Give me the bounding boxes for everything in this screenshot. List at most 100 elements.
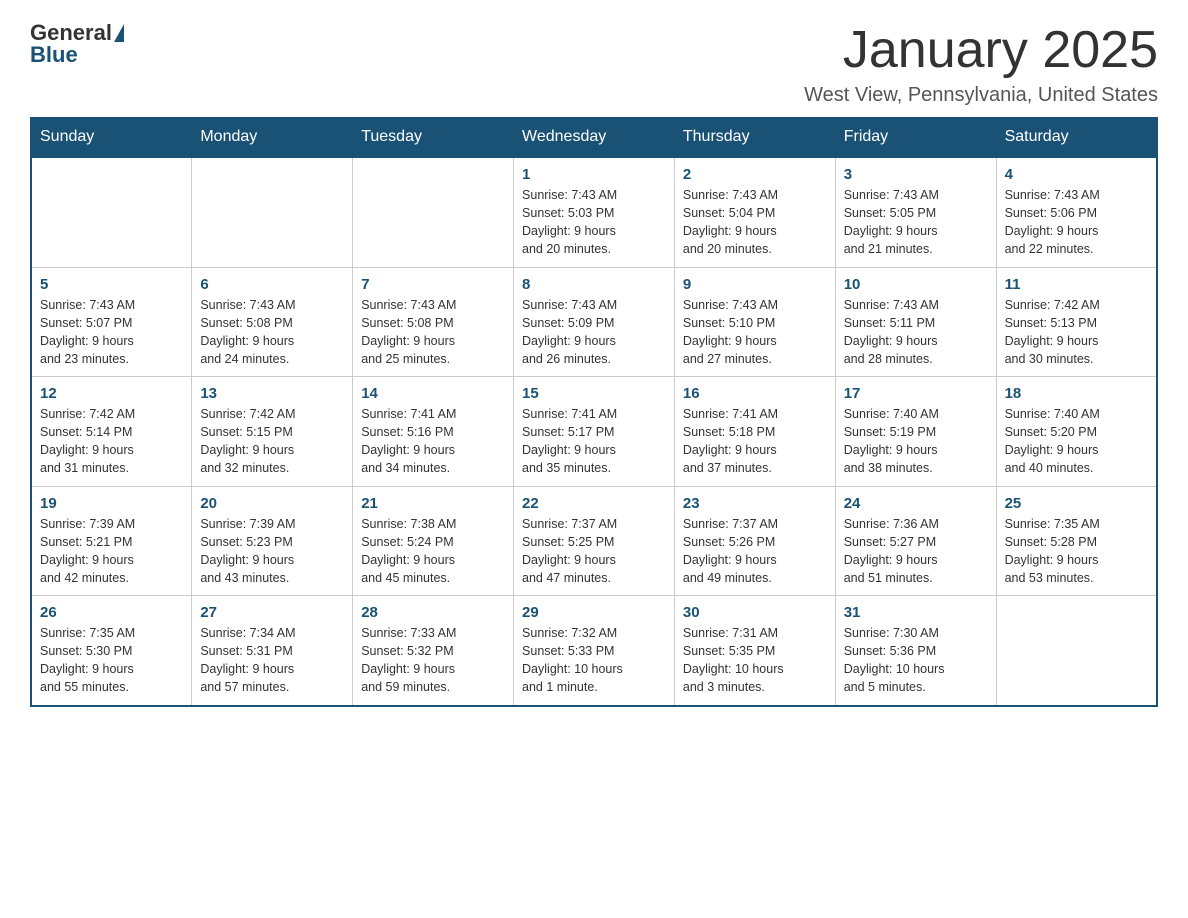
day-number: 17: [844, 385, 988, 402]
calendar-day-cell: 11 Sunrise: 7:42 AMSunset: 5:13 PMDayligh…: [996, 267, 1157, 377]
calendar-day-cell: 19 Sunrise: 7:39 AMSunset: 5:21 PMDayligh…: [31, 486, 192, 596]
day-info: Sunrise: 7:38 AMSunset: 5:24 PMDaylight:…: [361, 515, 505, 588]
calendar-week-row: 19 Sunrise: 7:39 AMSunset: 5:21 PMDayligh…: [31, 486, 1157, 596]
logo-blue-text: Blue: [30, 42, 78, 67]
calendar-table: SundayMondayTuesdayWednesdayThursdayFrid…: [30, 117, 1158, 707]
day-info: Sunrise: 7:39 AMSunset: 5:23 PMDaylight:…: [200, 515, 344, 588]
calendar-week-row: 5 Sunrise: 7:43 AMSunset: 5:07 PMDaylight…: [31, 267, 1157, 377]
day-info: Sunrise: 7:43 AMSunset: 5:11 PMDaylight:…: [844, 296, 988, 369]
calendar-header-row: SundayMondayTuesdayWednesdayThursdayFrid…: [31, 118, 1157, 158]
calendar-week-row: 26 Sunrise: 7:35 AMSunset: 5:30 PMDayligh…: [31, 596, 1157, 706]
calendar-day-cell: 16 Sunrise: 7:41 AMSunset: 5:18 PMDayligh…: [674, 377, 835, 487]
calendar-day-cell: 15 Sunrise: 7:41 AMSunset: 5:17 PMDayligh…: [514, 377, 675, 487]
logo: General Blue: [30, 20, 126, 68]
day-number: 24: [844, 495, 988, 512]
day-number: 4: [1005, 166, 1148, 183]
day-info: Sunrise: 7:42 AMSunset: 5:14 PMDaylight:…: [40, 405, 183, 478]
day-info: Sunrise: 7:31 AMSunset: 5:35 PMDaylight:…: [683, 624, 827, 697]
calendar-day-cell: 10Sunrise: 7:43 AMSunset: 5:11 PMDayligh…: [835, 267, 996, 377]
day-info: Sunrise: 7:43 AMSunset: 5:07 PMDaylight:…: [40, 296, 183, 369]
day-number: 21: [361, 495, 505, 512]
calendar-day-cell: 2Sunrise: 7:43 AMSunset: 5:04 PMDaylight…: [674, 157, 835, 267]
day-info: Sunrise: 7:35 AMSunset: 5:30 PMDaylight:…: [40, 624, 183, 697]
calendar-day-cell: 7Sunrise: 7:43 AMSunset: 5:08 PMDaylight…: [353, 267, 514, 377]
calendar-day-cell: 27 Sunrise: 7:34 AMSunset: 5:31 PMDayligh…: [192, 596, 353, 706]
day-info: Sunrise: 7:35 AMSunset: 5:28 PMDaylight:…: [1005, 515, 1148, 588]
day-info: Sunrise: 7:43 AMSunset: 5:05 PMDaylight:…: [844, 186, 988, 259]
day-info: Sunrise: 7:42 AMSunset: 5:13 PMDaylight:…: [1005, 296, 1148, 369]
day-info: Sunrise: 7:43 AMSunset: 5:09 PMDaylight:…: [522, 296, 666, 369]
day-info: Sunrise: 7:32 AMSunset: 5:33 PMDaylight:…: [522, 624, 666, 697]
day-number: 7: [361, 276, 505, 293]
day-info: Sunrise: 7:41 AMSunset: 5:17 PMDaylight:…: [522, 405, 666, 478]
calendar-day-cell: 21 Sunrise: 7:38 AMSunset: 5:24 PMDayligh…: [353, 486, 514, 596]
day-number: 30: [683, 604, 827, 621]
calendar-day-cell: 22 Sunrise: 7:37 AMSunset: 5:25 PMDayligh…: [514, 486, 675, 596]
calendar-day-cell: 18 Sunrise: 7:40 AMSunset: 5:20 PMDayligh…: [996, 377, 1157, 487]
calendar-day-cell: 5 Sunrise: 7:43 AMSunset: 5:07 PMDaylight…: [31, 267, 192, 377]
day-number: 26: [40, 604, 183, 621]
calendar-week-row: 1 Sunrise: 7:43 AMSunset: 5:03 PMDaylight…: [31, 157, 1157, 267]
day-info: Sunrise: 7:39 AMSunset: 5:21 PMDaylight:…: [40, 515, 183, 588]
day-of-week-header: Thursday: [674, 118, 835, 158]
title-area: January 2025 West View, Pennsylvania, Un…: [804, 20, 1158, 107]
calendar-day-cell: 9 Sunrise: 7:43 AMSunset: 5:10 PMDaylight…: [674, 267, 835, 377]
calendar-week-row: 12 Sunrise: 7:42 AMSunset: 5:14 PMDayligh…: [31, 377, 1157, 487]
calendar-day-cell: 6 Sunrise: 7:43 AMSunset: 5:08 PMDaylight…: [192, 267, 353, 377]
calendar-day-cell: 31Sunrise: 7:30 AMSunset: 5:36 PMDayligh…: [835, 596, 996, 706]
calendar-day-cell: 8 Sunrise: 7:43 AMSunset: 5:09 PMDaylight…: [514, 267, 675, 377]
day-number: 5: [40, 276, 183, 293]
day-number: 15: [522, 385, 666, 402]
calendar-day-cell: 30 Sunrise: 7:31 AMSunset: 5:35 PMDayligh…: [674, 596, 835, 706]
day-info: Sunrise: 7:34 AMSunset: 5:31 PMDaylight:…: [200, 624, 344, 697]
day-number: 14: [361, 385, 505, 402]
day-number: 12: [40, 385, 183, 402]
day-number: 23: [683, 495, 827, 512]
day-number: 9: [683, 276, 827, 293]
calendar-day-cell: 14 Sunrise: 7:41 AMSunset: 5:16 PMDayligh…: [353, 377, 514, 487]
day-info: Sunrise: 7:40 AMSunset: 5:19 PMDaylight:…: [844, 405, 988, 478]
calendar-day-cell: 13 Sunrise: 7:42 AMSunset: 5:15 PMDayligh…: [192, 377, 353, 487]
day-info: Sunrise: 7:36 AMSunset: 5:27 PMDaylight:…: [844, 515, 988, 588]
day-number: 8: [522, 276, 666, 293]
day-number: 20: [200, 495, 344, 512]
day-number: 1: [522, 166, 666, 183]
day-number: 13: [200, 385, 344, 402]
calendar-day-cell: 29Sunrise: 7:32 AMSunset: 5:33 PMDayligh…: [514, 596, 675, 706]
calendar-day-cell: 3 Sunrise: 7:43 AMSunset: 5:05 PMDaylight…: [835, 157, 996, 267]
day-info: Sunrise: 7:43 AMSunset: 5:10 PMDaylight:…: [683, 296, 827, 369]
day-number: 22: [522, 495, 666, 512]
calendar-day-cell: [31, 157, 192, 267]
calendar-day-cell: 1 Sunrise: 7:43 AMSunset: 5:03 PMDaylight…: [514, 157, 675, 267]
day-of-week-header: Friday: [835, 118, 996, 158]
day-info: Sunrise: 7:40 AMSunset: 5:20 PMDaylight:…: [1005, 405, 1148, 478]
day-info: Sunrise: 7:42 AMSunset: 5:15 PMDaylight:…: [200, 405, 344, 478]
calendar-subtitle: West View, Pennsylvania, United States: [804, 84, 1158, 107]
day-info: Sunrise: 7:41 AMSunset: 5:16 PMDaylight:…: [361, 405, 505, 478]
day-info: Sunrise: 7:43 AMSunset: 5:08 PMDaylight:…: [200, 296, 344, 369]
calendar-day-cell: 23 Sunrise: 7:37 AMSunset: 5:26 PMDayligh…: [674, 486, 835, 596]
day-number: 11: [1005, 276, 1148, 293]
day-number: 16: [683, 385, 827, 402]
day-number: 3: [844, 166, 988, 183]
day-info: Sunrise: 7:37 AMSunset: 5:26 PMDaylight:…: [683, 515, 827, 588]
calendar-day-cell: 28Sunrise: 7:33 AMSunset: 5:32 PMDayligh…: [353, 596, 514, 706]
day-info: Sunrise: 7:43 AMSunset: 5:06 PMDaylight:…: [1005, 186, 1148, 259]
day-number: 31: [844, 604, 988, 621]
day-number: 18: [1005, 385, 1148, 402]
day-number: 25: [1005, 495, 1148, 512]
day-of-week-header: Wednesday: [514, 118, 675, 158]
day-info: Sunrise: 7:37 AMSunset: 5:25 PMDaylight:…: [522, 515, 666, 588]
calendar-day-cell: 24 Sunrise: 7:36 AMSunset: 5:27 PMDayligh…: [835, 486, 996, 596]
day-info: Sunrise: 7:43 AMSunset: 5:03 PMDaylight:…: [522, 186, 666, 259]
day-info: Sunrise: 7:33 AMSunset: 5:32 PMDaylight:…: [361, 624, 505, 697]
day-number: 6: [200, 276, 344, 293]
calendar-day-cell: 26 Sunrise: 7:35 AMSunset: 5:30 PMDayligh…: [31, 596, 192, 706]
day-number: 19: [40, 495, 183, 512]
calendar-day-cell: 20 Sunrise: 7:39 AMSunset: 5:23 PMDayligh…: [192, 486, 353, 596]
calendar-day-cell: [353, 157, 514, 267]
day-of-week-header: Monday: [192, 118, 353, 158]
day-number: 27: [200, 604, 344, 621]
page-header: General Blue January 2025 West View, Pen…: [30, 20, 1158, 107]
day-info: Sunrise: 7:41 AMSunset: 5:18 PMDaylight:…: [683, 405, 827, 478]
